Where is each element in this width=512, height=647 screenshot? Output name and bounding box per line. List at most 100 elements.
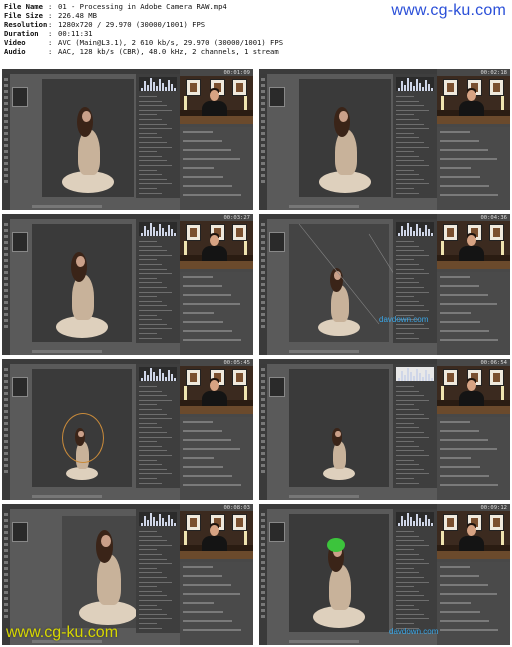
lamp: [501, 386, 504, 400]
desk: [437, 406, 510, 414]
adjustments-panel: [393, 219, 437, 343]
info-sep: :: [48, 2, 53, 11]
video-thumbnail: 00:09:12 davdown.com: [259, 504, 510, 645]
slider-row: [139, 119, 162, 120]
tool-icon: [4, 259, 8, 262]
slider-row: [139, 422, 157, 424]
histogram: [396, 222, 434, 236]
panel-row: [183, 566, 213, 568]
panel-row: [440, 575, 479, 577]
tool-icon: [4, 138, 8, 141]
info-key: Resolution: [4, 20, 48, 29]
slider-row: [139, 245, 162, 247]
tool-icon: [261, 180, 265, 183]
panel-row: [183, 430, 222, 432]
slider-row: [396, 586, 414, 588]
adjustments-panel: [136, 509, 180, 633]
slider-row: [139, 268, 167, 270]
histogram-bar: [150, 223, 152, 236]
slider-row: [139, 468, 167, 470]
histogram-bar: [410, 517, 412, 526]
histogram-bar: [431, 523, 433, 526]
video-thumbnail: 00:01:09: [2, 69, 253, 210]
lamp: [184, 96, 187, 110]
histogram-bar: [413, 231, 415, 236]
thumbnail-grid: 00:01:09 00:02:18 00:03:27 00:04:36 davdown.…: [2, 69, 510, 645]
adjustments-panel: [393, 364, 437, 488]
slider-row: [396, 109, 429, 111]
panel-row: [183, 185, 232, 187]
slider-row: [139, 151, 157, 153]
tools-panel: [2, 219, 10, 355]
status-bar: [32, 495, 102, 498]
histogram-bar: [425, 370, 427, 381]
image-canvas: [289, 514, 389, 632]
slider-row: [139, 160, 167, 162]
histogram-bar: [422, 522, 424, 526]
tool-icon: [4, 289, 8, 292]
slider-row: [396, 604, 414, 606]
slider-row: [396, 245, 419, 247]
model-face: [76, 256, 85, 267]
tool-icon: [4, 295, 8, 298]
slider-row: [396, 300, 419, 302]
slider-row: [396, 595, 424, 597]
timestamp: 00:02:18: [480, 70, 508, 76]
model-face: [339, 111, 348, 122]
slider-row: [139, 590, 162, 592]
lamp: [441, 96, 444, 110]
instructor-webcam: [180, 366, 253, 414]
tool-icon: [261, 380, 265, 383]
slider-row: [139, 427, 162, 429]
adjustments-panel: [136, 364, 180, 488]
histogram-bar: [404, 520, 406, 526]
histogram-bar: [168, 515, 170, 526]
instructor-webcam: [180, 221, 253, 269]
instructor-face: [467, 380, 476, 391]
tool-icon: [4, 114, 8, 117]
tool-icon: [4, 380, 8, 383]
slider-row: [139, 137, 162, 139]
panel-row: [183, 158, 240, 160]
tool-icon: [261, 108, 265, 111]
slider-row: [139, 404, 157, 406]
tool-icon: [261, 452, 265, 455]
info-row-duration: Duration:00:11:31: [4, 29, 283, 38]
tool-icon: [261, 434, 265, 437]
tool-icon: [261, 392, 265, 395]
histogram: [396, 367, 434, 381]
slider-row: [396, 395, 424, 397]
tool-icon: [261, 386, 265, 389]
slider-row: [139, 535, 162, 537]
slider-row: [396, 277, 414, 279]
histogram-bar: [401, 81, 403, 91]
picture-frame: [489, 369, 504, 386]
tool-icon: [261, 519, 265, 522]
histogram-bar: [425, 515, 427, 526]
info-key: File Size: [4, 11, 43, 20]
slider-row: [139, 604, 157, 606]
slider-row: [139, 155, 162, 157]
histogram-bar: [428, 229, 430, 236]
tool-icon: [4, 386, 8, 389]
tool-icon: [4, 319, 8, 322]
info-value: AVC (Main@L3.1), 2 610 kb/s, 29.970 (300…: [58, 38, 284, 47]
lamp: [501, 241, 504, 255]
timestamp: 00:04:36: [480, 215, 508, 221]
desk: [180, 551, 253, 559]
slider-row: [139, 254, 172, 256]
slider-row: [139, 459, 157, 461]
histogram-bar: [410, 372, 412, 381]
histogram-bar: [168, 80, 170, 91]
slider-row: [396, 613, 424, 615]
tool-icon: [261, 138, 265, 141]
tool-icon: [4, 150, 8, 153]
timestamp: 00:06:54: [480, 360, 508, 366]
tool-icon: [4, 253, 8, 256]
slider-row: [396, 558, 424, 560]
tool-icon: [4, 325, 8, 328]
histogram-bar: [141, 88, 143, 91]
tool-icon: [4, 434, 8, 437]
panel-row: [440, 303, 497, 305]
tool-icon: [4, 585, 8, 588]
